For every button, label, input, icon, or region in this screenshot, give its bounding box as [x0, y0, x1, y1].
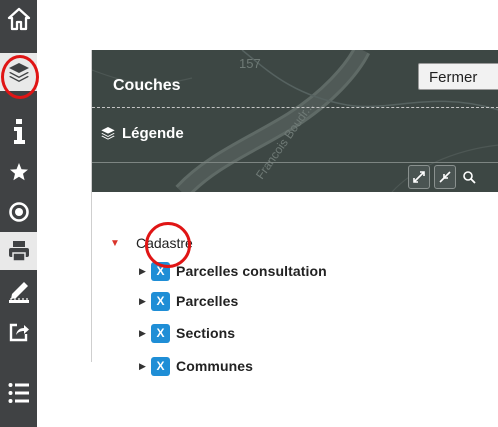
caret-right-icon[interactable]: ▶	[139, 328, 151, 339]
list-icon	[8, 383, 29, 403]
close-button[interactable]: Fermer	[418, 63, 498, 90]
locate-button[interactable]	[0, 193, 37, 231]
layer-name: Parcelles consultation	[176, 263, 327, 279]
layer-group-cadastre[interactable]: ▼ Cadastre	[110, 234, 193, 252]
target-icon	[8, 202, 29, 222]
zoom-button[interactable]	[458, 165, 480, 189]
layer-item[interactable]: ▶ X Sections	[139, 322, 235, 344]
layer-visibility-checkbox[interactable]: X	[151, 323, 170, 343]
layer-item[interactable]: ▶ X Communes	[139, 355, 253, 377]
group-label: Cadastre	[136, 235, 193, 251]
favorites-button[interactable]	[0, 153, 37, 191]
layer-visibility-checkbox[interactable]: X	[151, 356, 170, 376]
caret-down-icon[interactable]: ▼	[110, 238, 136, 249]
share-button[interactable]	[0, 313, 37, 351]
info-icon	[13, 119, 25, 144]
layer-name: Communes	[176, 358, 254, 374]
layers-icon	[101, 127, 115, 140]
collapse-all-button[interactable]	[434, 165, 456, 189]
print-icon	[8, 241, 29, 262]
home-button[interactable]	[0, 0, 37, 38]
ruler-icon	[8, 282, 29, 303]
collapse-icon	[439, 171, 451, 183]
layer-visibility-checkbox[interactable]: X	[151, 261, 170, 281]
layers-button[interactable]	[0, 53, 37, 91]
caret-right-icon[interactable]: ▶	[139, 266, 151, 277]
info-button[interactable]	[0, 112, 37, 150]
caret-right-icon[interactable]: ▶	[139, 361, 151, 372]
measure-button[interactable]	[0, 273, 37, 311]
toolbar	[0, 0, 37, 427]
layers-icon	[8, 63, 29, 82]
expand-all-button[interactable]	[408, 165, 430, 189]
expand-icon	[413, 171, 425, 183]
layer-item[interactable]: ▶ X Parcelles	[139, 290, 238, 312]
star-icon	[9, 163, 28, 181]
legend-toggle[interactable]: Légende	[100, 122, 184, 144]
home-icon	[7, 7, 30, 31]
zoom-icon	[463, 171, 476, 184]
layers-panel: 157 Francois Boudr... Couches Fermer Lég…	[91, 50, 498, 376]
list-button[interactable]	[0, 374, 37, 412]
caret-right-icon[interactable]: ▶	[139, 296, 151, 307]
map-number-label: 157	[239, 56, 261, 71]
legend-label: Légende	[122, 124, 184, 142]
layer-name: Sections	[176, 325, 236, 341]
share-icon	[9, 323, 29, 342]
legend-divider	[92, 162, 498, 163]
header-separator	[92, 107, 498, 108]
panel-title: Couches	[113, 77, 181, 94]
layer-name: Parcelles	[176, 293, 239, 309]
layer-visibility-checkbox[interactable]: X	[151, 291, 170, 311]
layer-item[interactable]: ▶ X Parcelles consultation	[139, 260, 327, 282]
print-button[interactable]	[0, 232, 37, 270]
panel-header: 157 Francois Boudr... Couches Fermer Lég…	[92, 50, 498, 192]
